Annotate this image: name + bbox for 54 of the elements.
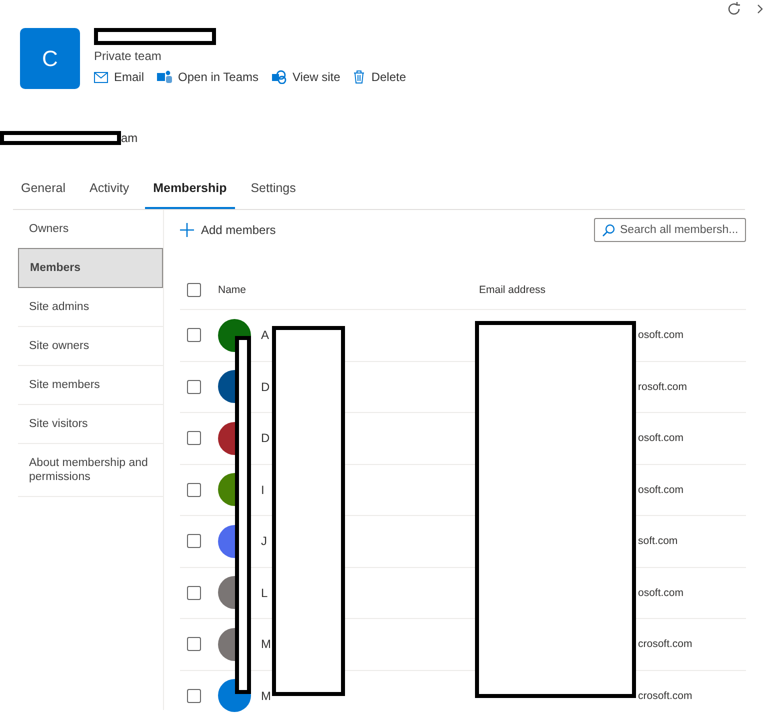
add-members-button[interactable]: Add members (180, 223, 276, 237)
sidebar-item[interactable]: Site visitors (18, 405, 163, 444)
member-name: M (260, 637, 272, 652)
checkbox[interactable] (187, 283, 201, 297)
member-name: J (260, 534, 268, 548)
checkbox[interactable] (187, 688, 201, 703)
member-email: osoft.com (637, 586, 684, 599)
action-button[interactable]: Open in Teams (157, 70, 259, 84)
checkbox[interactable] (187, 534, 201, 548)
member-email: soft.com (637, 535, 678, 548)
chevron-right-icon[interactable] (756, 3, 764, 15)
member-email: osoft.com (637, 329, 684, 342)
trash-icon (353, 70, 366, 84)
sidebar-item[interactable]: Site members (18, 366, 163, 405)
checkbox[interactable] (187, 482, 201, 497)
checkbox[interactable] (187, 637, 201, 652)
checkbox[interactable] (187, 380, 201, 394)
checkbox[interactable] (187, 586, 201, 600)
member-email: osoft.com (637, 432, 684, 444)
teams-icon (157, 70, 172, 84)
tab[interactable]: Activity (81, 171, 138, 209)
sidebar-item[interactable]: Members (18, 248, 163, 288)
member-name: A (260, 328, 270, 342)
team-avatar: C (20, 28, 80, 89)
tab[interactable]: Settings (242, 171, 304, 209)
action-button[interactable]: Delete (353, 70, 406, 84)
member-email: rosoft.com (637, 380, 688, 393)
tab[interactable]: Membership (145, 171, 235, 209)
mail-icon (94, 72, 108, 82)
site-icon (272, 70, 287, 84)
member-name: L (260, 586, 269, 600)
checkbox[interactable] (187, 328, 201, 342)
member-name: M (260, 688, 272, 703)
sidebar-item[interactable]: About membership and permissions (18, 444, 163, 497)
action-button[interactable]: View site (272, 70, 340, 84)
refresh-icon[interactable] (726, 1, 742, 17)
member-name: D (260, 431, 271, 446)
checkbox[interactable] (187, 431, 201, 446)
member-email: crosoft.com (637, 638, 692, 650)
sidebar-item[interactable]: Owners (18, 210, 163, 248)
tab[interactable]: General (13, 171, 74, 209)
sidebar-item[interactable]: Site admins (18, 288, 163, 327)
team-privacy: Private team (94, 49, 162, 63)
member-email: osoft.com (637, 484, 684, 496)
member-email: crosoft.com (637, 690, 692, 702)
action-button[interactable]: Email (94, 70, 144, 84)
column-header: Email address (479, 284, 546, 296)
member-name: I (260, 482, 266, 497)
sidebar-item[interactable]: Site owners (18, 327, 163, 366)
column-header: Name (218, 284, 248, 296)
member-name: D (260, 380, 271, 394)
team-name-fragment: am (121, 131, 138, 145)
plus-icon (180, 223, 194, 237)
search-field[interactable]: Search all membersh... (594, 218, 746, 242)
